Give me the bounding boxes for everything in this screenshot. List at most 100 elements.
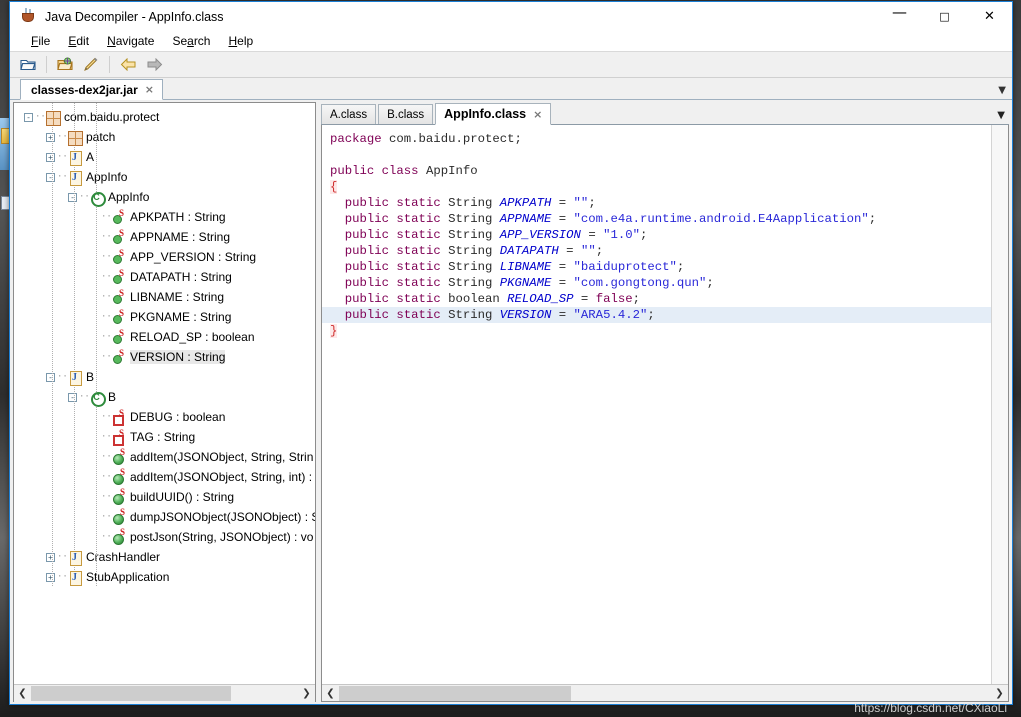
code-token: ; (632, 292, 640, 306)
tree-node[interactable]: +·· StubApplication (14, 567, 315, 587)
tree-node[interactable]: ·· DEBUG : boolean (14, 407, 315, 427)
constructor-icon (89, 190, 106, 207)
code-token: public static (344, 276, 441, 290)
window-controls: — □ ✕ (877, 2, 1012, 31)
tree-node[interactable]: ·· postJson(String, JSONObject) : vo (14, 527, 315, 547)
navigate-forward-button[interactable] (142, 54, 166, 76)
tree-node[interactable]: ·· RELOAD_SP : boolean (14, 327, 315, 347)
tree-node[interactable]: ·· addItem(JSONObject, String, Strin (14, 447, 315, 467)
tree-node-label: RELOAD_SP : boolean (130, 330, 255, 344)
source-tab-close-icon[interactable]: × (533, 108, 542, 121)
source-tab-b-class[interactable]: B.class (378, 104, 434, 124)
tree-node[interactable]: -·· B (14, 367, 315, 387)
tree-node-label: B (86, 370, 95, 384)
tree-node[interactable]: ·· TAG : String (14, 427, 315, 447)
tree-node-label: addItem(JSONObject, String, Strin (130, 450, 314, 464)
menu-search[interactable]: Search (163, 32, 219, 50)
tree-node[interactable]: ·· buildUUID() : String (14, 487, 315, 507)
code-token: public static (344, 196, 441, 210)
tree-horizontal-scrollbar[interactable]: ❮ ❯ (14, 684, 315, 702)
tree-node[interactable]: ·· dumpJSONObject(JSONObject) : S (14, 507, 315, 527)
tree-node[interactable]: +·· CrashHandler (14, 547, 315, 567)
open-file-button[interactable] (16, 54, 40, 76)
collapse-node-icon[interactable]: - (24, 112, 33, 122)
tree-node[interactable]: -·· AppInfo (14, 187, 315, 207)
source-scroll-track[interactable] (339, 684, 991, 701)
expand-node-icon[interactable]: + (46, 552, 55, 562)
tree-node-label: postJson(String, JSONObject) : vo (130, 530, 314, 544)
static-field-icon (111, 288, 126, 305)
menu-help[interactable]: Help (219, 32, 262, 50)
source-editor[interactable]: package com.baidu.protect; public class … (321, 125, 1009, 702)
source-scroll-right-button[interactable]: ❯ (991, 684, 1008, 701)
class-icon (67, 370, 82, 386)
close-button[interactable]: ✕ (967, 2, 1012, 31)
expand-node-icon[interactable]: + (46, 132, 55, 142)
open-package-button[interactable] (53, 54, 77, 76)
jar-tab-classes-dex2jar[interactable]: classes-dex2jar.jar × (20, 79, 163, 100)
code-token: public static (344, 292, 441, 306)
tree-node[interactable]: + ·· patch (14, 127, 315, 147)
maximize-button[interactable]: □ (922, 2, 967, 31)
code-line: public static String DATAPATH = ""; (322, 243, 991, 259)
tree-scroll-thumb[interactable] (31, 685, 231, 701)
source-tab-strip: A.class B.class AppInfo.class × ▼ (321, 102, 1009, 125)
code-line: package com.baidu.protect; (322, 131, 991, 147)
toolbar-separator (46, 56, 47, 73)
tree-scroll-right-button[interactable]: ❯ (298, 684, 315, 702)
collapse-node-icon[interactable]: - (46, 172, 55, 182)
source-scroll-thumb[interactable] (339, 685, 571, 701)
source-scroll-left-button[interactable]: ❮ (322, 684, 339, 701)
class-tree-scroll[interactable]: -··com.baidu.protect+··patch+··A-··AppIn… (14, 103, 315, 684)
tree-node[interactable]: ·· DATAPATH : String (14, 267, 315, 287)
tree-node[interactable]: ·· LIBNAME : String (14, 287, 315, 307)
tree-node[interactable]: - ·· com.baidu.protect (14, 107, 315, 127)
save-sources-button[interactable] (79, 54, 103, 76)
source-tab-dropdown-icon[interactable]: ▼ (997, 110, 1005, 121)
tree-node[interactable]: ·· PKGNAME : String (14, 307, 315, 327)
tree-node[interactable]: ·· APKPATH : String (14, 207, 315, 227)
collapse-node-icon[interactable]: - (68, 192, 77, 202)
code-token: public static (344, 308, 441, 322)
expand-node-icon[interactable]: + (46, 572, 55, 582)
tree-node[interactable]: +·· A (14, 147, 315, 167)
code-line: } (322, 323, 991, 339)
source-tab-a-class[interactable]: A.class (321, 104, 377, 124)
expand-node-icon[interactable]: + (46, 152, 55, 162)
code-token: ; (639, 228, 648, 242)
menu-mnemonic: N (107, 34, 116, 48)
tree-node-label: B (108, 390, 117, 404)
menu-edit[interactable]: Edit (59, 32, 98, 50)
navigate-back-button[interactable] (116, 54, 140, 76)
static-field-icon (111, 268, 126, 285)
tree-connector: ·· (101, 252, 112, 262)
collapse-node-icon[interactable]: - (46, 372, 55, 382)
tree-node[interactable]: ·· APPNAME : String (14, 227, 315, 247)
menu-file[interactable]: File (22, 32, 59, 50)
collapse-node-icon[interactable]: - (68, 392, 77, 402)
tree-scroll-track[interactable] (31, 684, 298, 702)
class-icon (67, 570, 82, 586)
jar-strip-dropdown-icon[interactable]: ▼ (998, 85, 1006, 96)
tree-scroll-left-button[interactable]: ❮ (14, 684, 31, 702)
jar-tab-close-icon[interactable]: × (145, 83, 154, 96)
tree-node[interactable]: ·· APP_VERSION : String (14, 247, 315, 267)
source-horizontal-scrollbar[interactable]: ❮ ❯ (322, 684, 1008, 701)
tree-node[interactable]: -·· AppInfo (14, 167, 315, 187)
tree-node[interactable]: -·· B (14, 387, 315, 407)
tree-connector: ·· (101, 312, 112, 322)
code-token: = (551, 212, 574, 226)
tree-node[interactable]: ·· addItem(JSONObject, String, int) : (14, 467, 315, 487)
source-tab-appinfo-class[interactable]: AppInfo.class × (435, 103, 552, 125)
menu-navigate[interactable]: Navigate (98, 32, 163, 50)
source-vertical-scrollbar[interactable] (991, 125, 1008, 684)
minimize-button[interactable]: — (877, 2, 922, 31)
tree-node[interactable]: ·· VERSION : String (14, 347, 315, 367)
code-token: RELOAD_SP (507, 292, 574, 306)
